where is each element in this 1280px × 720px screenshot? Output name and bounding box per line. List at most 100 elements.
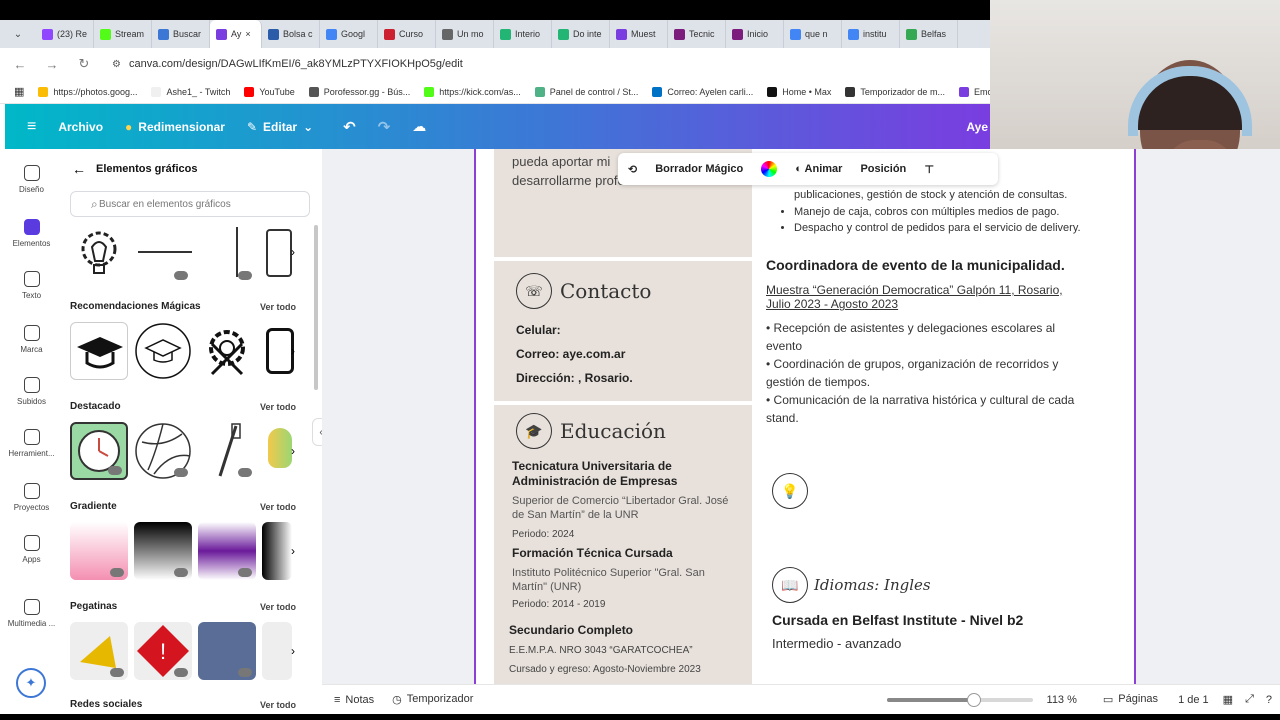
browser-tab[interactable]: Muest [610,20,668,48]
rail-item-brand[interactable]: Marca [5,325,58,354]
scroll-right-icon[interactable]: › [291,644,295,658]
rail-item-elements[interactable]: Elementos [5,219,58,248]
pages-button[interactable]: ▭ Páginas [1103,693,1158,706]
forward-icon[interactable]: → [42,57,62,72]
browser-tab[interactable]: Stream [94,20,152,48]
bookmark-item[interactable]: Home • Max [767,86,831,97]
graphic-gear-tools[interactable] [198,322,256,380]
archivo-menu[interactable]: Archivo [58,120,103,134]
magic-assistant-button[interactable]: ✦ [16,668,46,698]
browser-tab[interactable]: Googl [320,20,378,48]
browser-tab[interactable]: Buscar [152,20,210,48]
graphic-toothbrush[interactable] [198,422,256,480]
education-card[interactable]: 🎓 Educación Tecnicatura Universitaria de… [494,405,752,684]
contact-card[interactable]: ☏ Contacto Celular: Correo: aye.com.ar D… [494,261,752,401]
reload-icon[interactable]: ↻ [74,56,94,72]
gradient-dark[interactable] [262,522,292,580]
graphic-volleyball[interactable] [134,422,192,480]
apps-grid-icon[interactable]: ▦ [14,85,24,98]
tab-search-icon[interactable]: ⌄ [0,29,36,40]
zoom-percent[interactable]: 113 % [1047,694,1077,706]
bookmark-item[interactable]: Ashe1_ - Twitch [151,86,230,97]
gradient-pink[interactable] [70,522,128,580]
editar-button[interactable]: ✎ Editar ⌄ [247,120,313,134]
notas-button[interactable]: ≡ Notas [334,694,374,706]
menu-icon[interactable]: ≡ [27,118,36,136]
graphic-graduation-cap[interactable] [70,322,128,380]
help-icon[interactable]: ? [1266,694,1272,706]
scroll-right-icon[interactable]: › [291,245,295,259]
redo-icon[interactable]: ↷ [378,118,391,136]
see-all-gradiente[interactable]: Ver todo [260,502,296,512]
rail-item-uploads[interactable]: Subidos [5,377,58,406]
bookmark-item[interactable]: Panel de control / St... [534,86,638,97]
bookmark-item[interactable]: YouTube [244,86,295,97]
scroll-right-icon[interactable]: › [291,544,295,558]
see-all-pegatinas[interactable]: Ver todo [260,602,296,612]
browser-tab[interactable]: Curso [378,20,436,48]
back-arrow-icon[interactable]: ← [72,161,86,177]
rail-item-tools[interactable]: Herramient... [5,429,58,458]
rail-item-apps[interactable]: Apps [5,535,58,564]
rail-item-text[interactable]: Texto [5,271,58,300]
browser-tab[interactable]: Bolsa c [262,20,320,48]
rail-item-media[interactable]: Multimedia ... [5,599,58,628]
see-all-recomendaciones[interactable]: Ver todo [260,302,296,312]
see-all-redes[interactable]: Ver todo [260,700,296,709]
rail-item-projects[interactable]: Proyectos [5,483,58,512]
bookmark-item[interactable]: Correo: Ayelen carli... [652,86,753,97]
element-search-input[interactable]: ⌕ Buscar en elementos gráficos [70,191,310,217]
graphic-clock[interactable] [70,422,128,480]
site-settings-icon[interactable]: ⚙ [112,59,121,70]
browser-tab[interactable]: Tecnic [668,20,726,48]
gradient-black[interactable] [134,522,192,580]
temporizador-button[interactable]: ◷ Temporizador [392,693,473,706]
posicion-button[interactable]: Posición [860,163,906,175]
graphic-graduation-cap-circle[interactable] [134,322,192,380]
sticker-laptop[interactable] [198,622,256,680]
graphic-vertical-line[interactable] [198,225,256,283]
cloud-save-icon[interactable]: ☁ [412,118,426,135]
user-name[interactable]: Aye [966,120,988,134]
browser-tab[interactable]: Interio [494,20,552,48]
graphic-machine[interactable] [262,225,292,283]
bookmark-item[interactable]: https://kick.com/as... [424,86,521,97]
bookmark-item[interactable]: Porofessor.gg - Bús... [308,86,410,97]
rotate-icon[interactable]: ⟲ [628,163,637,176]
borrador-magico-button[interactable]: Borrador Mágico [655,163,743,175]
graphic-lightbulb[interactable] [70,225,128,283]
browser-tab[interactable]: Inicio [726,20,784,48]
rail-item-design[interactable]: Diseño [5,165,58,194]
browser-tab[interactable]: que n [784,20,842,48]
see-all-destacado[interactable]: Ver todo [260,402,296,412]
fullscreen-icon[interactable]: ⤢ [1245,693,1254,706]
bookmark-item[interactable]: Emote [958,86,990,97]
browser-tab[interactable]: Do inte [552,20,610,48]
redimensionar-button[interactable]: ● Redimensionar [125,120,225,134]
undo-icon[interactable]: ↶ [343,118,356,136]
zoom-slider-knob[interactable] [967,692,982,707]
grid-view-icon[interactable]: ▦ [1223,693,1233,706]
url-text[interactable]: canva.com/design/DAGwLIfKmEI/6_ak8YMLzPT… [129,58,463,70]
scroll-right-icon[interactable]: › [291,344,295,358]
resume-page[interactable]: pueda aportar mi desarrollarme profesion… [474,149,1136,684]
url-box[interactable]: ⚙ canva.com/design/DAGwLIfKmEI/6_ak8YMLz… [104,52,471,76]
scroll-right-icon[interactable]: › [291,444,295,458]
panel-scrollbar[interactable] [314,225,318,390]
back-icon[interactable]: ← [10,57,30,72]
graphic-horizontal-line[interactable] [134,225,192,283]
color-wheel-icon[interactable] [761,161,778,177]
browser-tab[interactable]: Belfas [900,20,958,48]
graphic-balloon[interactable] [262,422,292,480]
gradient-purple[interactable] [198,522,256,580]
browser-tab[interactable]: (23) Re [36,20,94,48]
animar-button[interactable]: ◐ Animar [795,163,842,175]
browser-tab[interactable]: Un mo [436,20,494,48]
sticker-chat[interactable] [262,622,292,680]
sticker-alert[interactable]: ! [134,622,192,680]
zoom-slider[interactable] [886,692,1033,707]
lightbulb-icon[interactable]: 💡 [772,473,808,509]
graphic-id-card[interactable] [262,322,294,380]
browser-tab[interactable]: institu [842,20,900,48]
sticker-cone[interactable] [70,622,128,680]
